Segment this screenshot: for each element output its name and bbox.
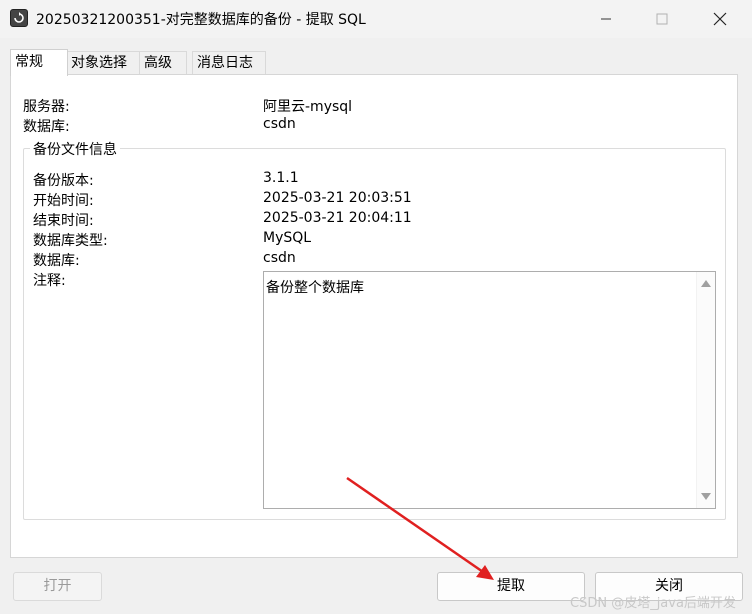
title-bar: 20250321200351-对完整数据库的备份 - 提取 SQL [0, 0, 752, 38]
end-time-value: 2025-03-21 20:04:11 [263, 210, 412, 226]
tab-object-selection[interactable]: 对象选择 [66, 51, 142, 74]
start-time-label: 开始时间: [33, 193, 94, 209]
backup-info-title: 备份文件信息 [30, 139, 120, 159]
notes-text: 备份整个数据库 [266, 280, 364, 296]
backup-database-value: csdn [263, 250, 296, 266]
server-value: 阿里云-mysql [263, 99, 353, 115]
tab-general[interactable]: 常规 [10, 49, 68, 76]
watermark: CSDN @皮塔_java后端开发 [570, 596, 736, 611]
end-time-label: 结束时间: [33, 213, 94, 229]
scroll-down-icon[interactable] [701, 493, 711, 500]
extract-button[interactable]: 提取 [437, 572, 585, 601]
backup-database-label: 数据库: [33, 253, 80, 269]
scroll-up-icon[interactable] [701, 280, 711, 287]
db-type-label: 数据库类型: [33, 233, 108, 249]
open-button[interactable]: 打开 [13, 572, 102, 601]
close-window-button[interactable] [694, 0, 746, 38]
notes-scrollbar[interactable] [696, 272, 715, 508]
backup-version-value: 3.1.1 [263, 170, 299, 186]
server-label: 服务器: [23, 99, 70, 115]
app-icon [10, 9, 28, 27]
general-panel: 服务器: 阿里云-mysql 数据库: csdn 备份文件信息 备份版本: 3.… [10, 74, 738, 558]
backup-version-label: 备份版本: [33, 173, 94, 189]
notes-label: 注释: [33, 273, 66, 289]
start-time-value: 2025-03-21 20:03:51 [263, 190, 412, 206]
maximize-button[interactable] [636, 0, 688, 38]
database-label: 数据库: [23, 119, 70, 135]
db-type-value: MySQL [263, 230, 312, 246]
tab-advanced[interactable]: 高级 [139, 51, 187, 74]
notes-textarea[interactable]: 备份整个数据库 [263, 271, 716, 509]
database-value: csdn [263, 116, 296, 132]
window-title: 20250321200351-对完整数据库的备份 - 提取 SQL [36, 12, 366, 28]
tab-message-log[interactable]: 消息日志 [192, 51, 266, 74]
minimize-button[interactable] [580, 0, 632, 38]
